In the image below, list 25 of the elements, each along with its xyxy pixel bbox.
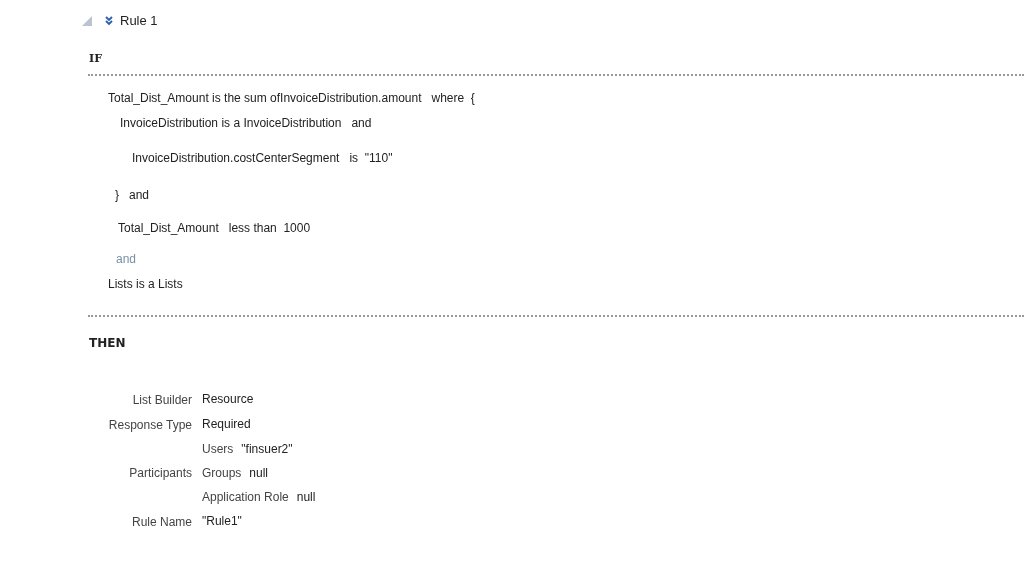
field-label: Participants: [129, 465, 192, 482]
field-label: List Builder: [132, 391, 192, 409]
corner-triangle-icon: [82, 15, 92, 26]
if-heading: IF: [89, 52, 103, 64]
field-value: null: [296, 488, 316, 506]
condition-text: InvoiceDistribution.costCenterSegment is "110": [132, 149, 393, 167]
field-label: Users: [202, 440, 234, 458]
then-heading: THEN: [89, 336, 127, 349]
field-label: Groups: [202, 464, 242, 482]
field-value: Required: [202, 415, 251, 433]
field-label: Application Role: [202, 488, 289, 506]
field-value: Resource: [202, 390, 254, 408]
condition-text: Total_Dist_Amount is the sum ofInvoiceDistribution.amount where {: [108, 89, 475, 107]
condition-text: } and: [115, 186, 150, 204]
field-value: null: [249, 464, 269, 482]
condition-text: InvoiceDistribution is a InvoiceDistribution and: [120, 114, 372, 132]
field-label: Rule Name: [131, 513, 192, 531]
double-chevron-icon[interactable]: [104, 15, 114, 26]
condition-text: Lists is a Lists: [108, 275, 183, 293]
condition-text: Total_Dist_Amount less than 1000: [118, 219, 311, 237]
field-value: "finsuer2": [241, 440, 293, 458]
field-value: "Rule1": [202, 512, 242, 530]
field-label: Response Type: [108, 416, 192, 434]
rule-title: Rule 1: [120, 12, 158, 30]
connector-text: and: [116, 250, 137, 268]
